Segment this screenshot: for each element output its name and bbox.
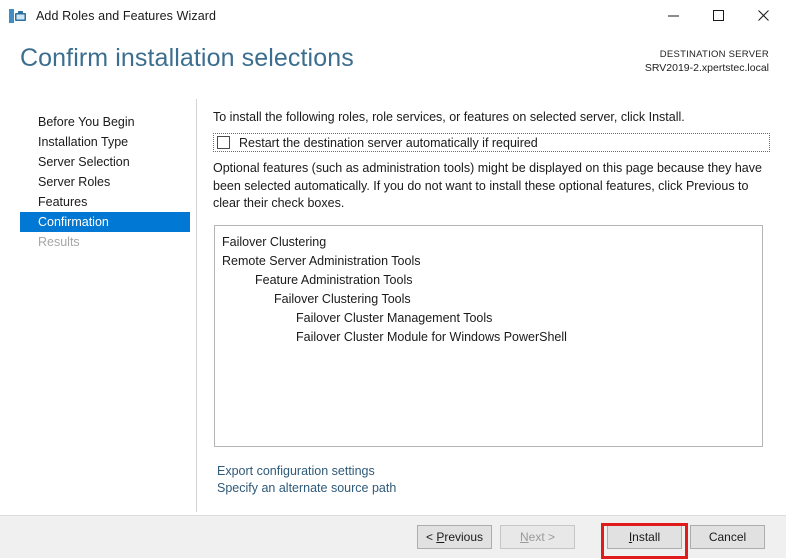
install-button-rest: nstall (632, 530, 661, 544)
optional-features-note: Optional features (such as administratio… (213, 161, 762, 210)
restart-checkbox-label: Restart the destination server automatic… (239, 135, 538, 150)
title-bar: Add Roles and Features Wizard (0, 0, 786, 31)
feature-list: Failover Clustering Remote Server Admini… (215, 226, 762, 347)
sidebar-item-confirmation[interactable]: Confirmation (20, 212, 190, 232)
next-button: Next > (500, 525, 575, 549)
window-title: Add Roles and Features Wizard (36, 8, 217, 23)
destination-server-name: SRV2019-2.xpertstec.local (644, 61, 769, 74)
previous-button-rest: revious (444, 530, 484, 544)
specify-alternate-source-path-link[interactable]: Specify an alternate source path (217, 480, 396, 497)
install-button[interactable]: Install (607, 525, 682, 549)
page-header: Confirm installation selections DESTINAT… (0, 31, 786, 96)
list-item: Failover Clustering (222, 235, 327, 249)
list-item: Failover Cluster Module for Windows Powe… (296, 330, 567, 344)
wizard-navigation: Before You Begin Installation Type Serve… (0, 99, 197, 512)
page-title: Confirm installation selections (20, 44, 354, 72)
previous-button-prefix: < (425, 530, 437, 544)
sidebar-item-results: Results (38, 235, 80, 249)
sidebar-divider (196, 99, 197, 512)
restart-checkbox[interactable] (217, 136, 230, 149)
intro-text: To install the following roles, role ser… (213, 110, 685, 124)
list-item: Failover Cluster Management Tools (296, 311, 493, 325)
wizard-links: Export configuration settings Specify an… (217, 463, 396, 497)
nav-list: Before You Begin Installation Type Serve… (0, 112, 196, 252)
sidebar-item-server-roles[interactable]: Server Roles (0, 172, 196, 192)
selected-features-listbox[interactable]: Failover Clustering Remote Server Admini… (214, 225, 763, 447)
window-controls (651, 0, 786, 31)
sidebar-item-installation-type[interactable]: Installation Type (0, 132, 196, 152)
next-button-accel: N (519, 530, 529, 544)
button-bar: < Previous Next > Install Cancel (0, 515, 786, 558)
close-icon[interactable] (741, 0, 786, 31)
next-button-rest: ext > (528, 530, 556, 544)
server-tools-icon (8, 7, 28, 25)
sidebar-item-features[interactable]: Features (0, 192, 196, 212)
list-item: Remote Server Administration Tools (222, 254, 421, 268)
destination-server-label: DESTINATION SERVER (659, 49, 769, 60)
cancel-button-rest: Cancel (708, 530, 747, 544)
minimize-icon[interactable] (651, 0, 696, 31)
maximize-icon[interactable] (696, 0, 741, 31)
destination-server-block: DESTINATION SERVER SRV2019-2.xpertstec.l… (645, 49, 769, 75)
export-configuration-settings-link[interactable]: Export configuration settings (217, 463, 396, 480)
cancel-button[interactable]: Cancel (690, 525, 765, 549)
list-item: Feature Administration Tools (255, 273, 413, 287)
list-item: Failover Clustering Tools (274, 292, 411, 306)
sidebar-item-server-selection[interactable]: Server Selection (0, 152, 196, 172)
previous-button[interactable]: < Previous (417, 525, 492, 549)
sidebar-item-before-you-begin[interactable]: Before You Begin (0, 112, 196, 132)
restart-checkbox-row[interactable]: Restart the destination server automatic… (213, 133, 770, 152)
